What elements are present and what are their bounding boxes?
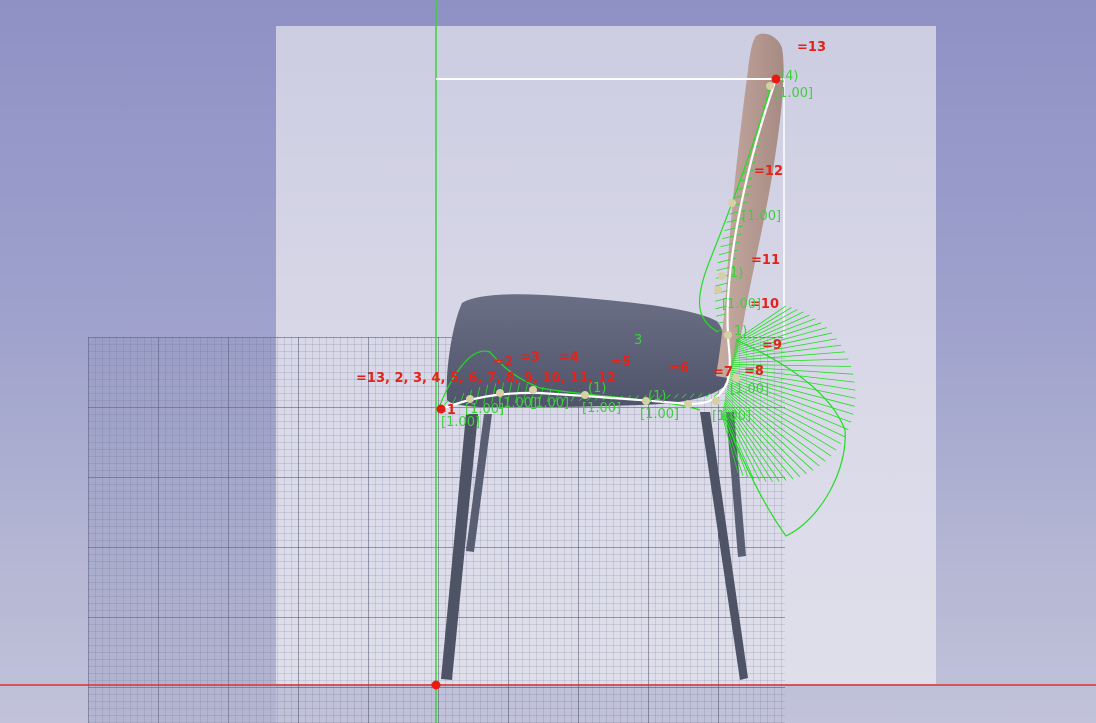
datum-index: (4) — [780, 69, 798, 84]
constraint-label-7[interactable]: =7 — [713, 365, 733, 380]
constraint-label-12[interactable]: =12 — [754, 164, 783, 179]
datum-weight: [1.00] — [742, 209, 781, 224]
grid-left-shade — [88, 337, 276, 723]
datum-weight: [1.00] — [722, 297, 761, 312]
constraint-label-13[interactable]: =13 — [797, 40, 826, 55]
origin-point[interactable] — [431, 680, 441, 690]
constraint-label-8[interactable]: =8 — [744, 364, 764, 379]
control-point[interactable] — [732, 374, 740, 382]
datum-index: 1) — [734, 324, 747, 339]
control-point[interactable] — [718, 272, 726, 280]
constraint-label-9[interactable]: =9 — [762, 338, 782, 353]
constraint-label-2[interactable]: =2 — [493, 355, 513, 370]
datum-index: (1) — [588, 381, 606, 396]
datum-index: 1) — [730, 266, 743, 281]
constraint-label-4[interactable]: =4 — [559, 350, 579, 365]
control-point[interactable] — [724, 331, 732, 339]
control-point[interactable] — [714, 286, 722, 294]
control-point[interactable] — [766, 82, 774, 90]
datum-weight: [1.00] — [640, 407, 679, 422]
constraint-label-3[interactable]: =3 — [520, 350, 540, 365]
datum-weight: [1.00] — [441, 415, 480, 430]
constraint-label-11[interactable]: =11 — [751, 253, 780, 268]
constraint-label-6[interactable]: =6 — [669, 361, 689, 376]
datum-index: (1) — [648, 389, 666, 404]
datum-weight: [1.00] — [730, 382, 769, 397]
datum-weight: [1.00] — [712, 409, 751, 424]
control-point[interactable] — [712, 397, 720, 405]
constraint-label-knots[interactable]: =13, 2, 3, 4, 5, 6, 7, 8, 9, 10, 11, 12 — [356, 371, 616, 386]
sketch-canvas[interactable]: =13 =12 =11 =10 =9 =8 =7 =6 =5 =4 =3 =2 … — [0, 0, 1096, 723]
datum-weight: [1.00] — [774, 86, 813, 101]
sketcher-viewport[interactable]: =13 =12 =11 =10 =9 =8 =7 =6 =5 =4 =3 =2 … — [0, 0, 1096, 723]
datum-index: 3 — [634, 333, 642, 348]
control-point[interactable] — [529, 386, 537, 394]
constraint-label-5[interactable]: =5 — [611, 355, 631, 370]
control-point[interactable] — [684, 400, 692, 408]
datum-weight: [1.00] — [582, 401, 621, 416]
control-point[interactable] — [728, 199, 736, 207]
